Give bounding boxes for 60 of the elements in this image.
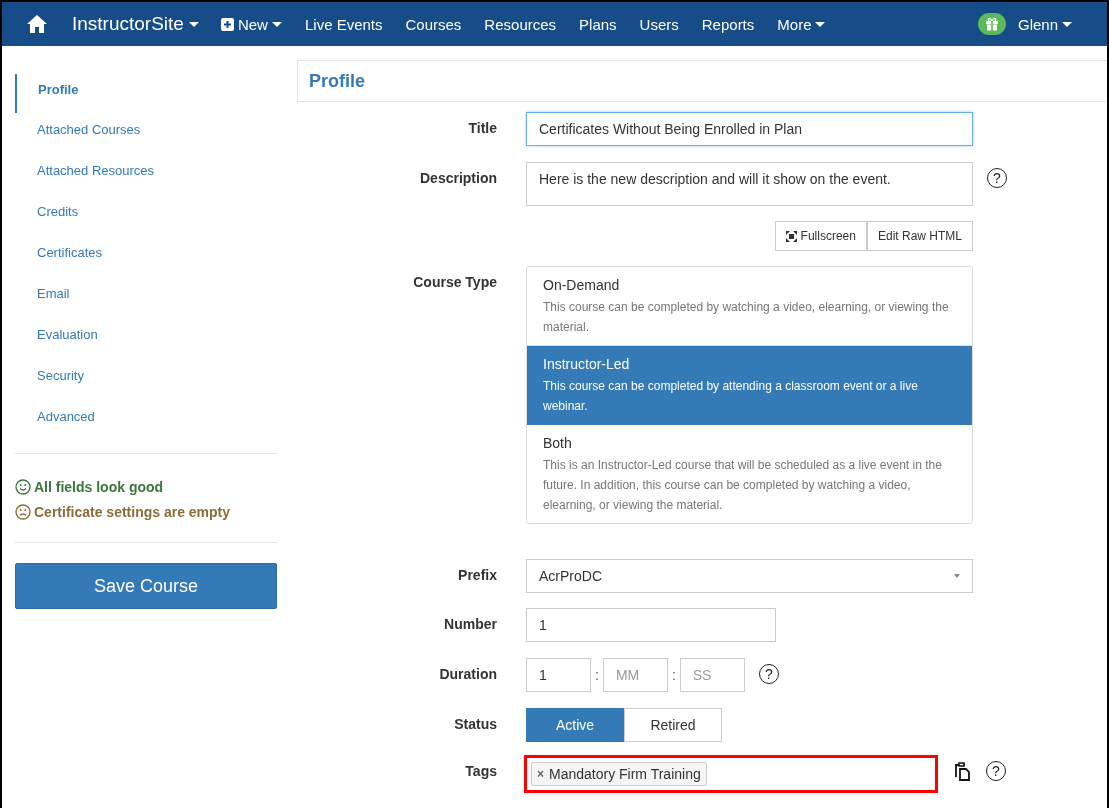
caret-icon: [815, 21, 826, 27]
smiley-icon: [15, 478, 31, 495]
field-label: Tags: [464, 762, 497, 781]
status-toggle-button[interactable]: Retired: [624, 708, 722, 742]
expand-icon: [785, 230, 797, 242]
duration-field[interactable]: SS: [679, 658, 745, 692]
time-separator: :: [595, 667, 599, 683]
sidebar-item[interactable]: Attached Courses: [15, 115, 277, 156]
field-label: Description: [419, 169, 497, 188]
sidebar-item[interactable]: Attached Resources: [15, 156, 277, 197]
time-separator: :: [671, 667, 676, 683]
panel-title: Profile: [297, 60, 1107, 102]
title-field[interactable]: Certificates Without Being Enrolled in Plan: [526, 112, 973, 146]
description-field[interactable]: Here is the new description and will it show on the event.: [526, 162, 973, 206]
nav-link[interactable]: More: [777, 15, 826, 33]
new-menu[interactable]: New: [220, 15, 282, 33]
prefix-dropdown[interactable]: AcrProDC: [526, 559, 973, 593]
tags-field[interactable]: × Mandatory Firm Training: [524, 755, 938, 793]
frown-icon: [15, 503, 31, 520]
nav-link[interactable]: Live Events: [304, 15, 383, 33]
tag-label: Mandatory Firm Training: [549, 766, 701, 782]
save-course-button[interactable]: Save Course: [15, 563, 277, 609]
duration-field[interactable]: MM: [602, 658, 668, 692]
nav-link[interactable]: Resources: [484, 15, 557, 33]
sidebar-item[interactable]: Credits: [15, 197, 277, 238]
caret-icon: [271, 21, 282, 27]
clipboard-icon[interactable]: [952, 761, 972, 781]
field-label: Title: [467, 119, 497, 138]
sidebar-item[interactable]: Security: [15, 361, 277, 402]
sidebar-item[interactable]: Evaluation: [15, 320, 277, 361]
nav-link[interactable]: Users: [639, 15, 679, 33]
field-label: Duration: [438, 665, 497, 684]
nav-link[interactable]: Courses: [405, 15, 462, 33]
nav-link[interactable]: Plans: [579, 15, 617, 33]
sidebar-item[interactable]: Profile: [15, 74, 277, 113]
sidebar-item[interactable]: Certificates: [15, 238, 277, 279]
site-menu[interactable]: InstructorSite: [72, 13, 199, 35]
fullscreen-button[interactable]: Fullscreen: [774, 221, 867, 251]
number-field[interactable]: 1: [526, 608, 776, 642]
plus-icon: [220, 17, 234, 31]
caret-icon: [188, 21, 199, 27]
duration-field[interactable]: 1: [526, 658, 591, 692]
status-message: Certificate settings are empty: [34, 503, 231, 520]
sidebar-item[interactable]: Email: [15, 279, 277, 320]
sidebar-item[interactable]: Advanced: [15, 402, 277, 443]
field-label: Status: [453, 715, 497, 734]
field-label: Number: [443, 615, 497, 634]
edit-raw-html-button[interactable]: Edit Raw HTML: [866, 221, 973, 251]
home-icon[interactable]: [26, 14, 48, 34]
gift-icon[interactable]: [977, 13, 1006, 35]
course-type-option[interactable]: Both This is an Instructor-Led course that will be scheduled as a live event in the future. In addition, this course can be completed by watching a video, elearning, or viewing the material.: [527, 425, 972, 523]
course-type-option[interactable]: Instructor-Led This course can be completed by attending a classroom event or a live webinar.: [527, 346, 972, 425]
field-label: Prefix: [457, 566, 497, 585]
nav-link[interactable]: Reports: [701, 15, 755, 33]
user-menu[interactable]: Glenn: [1017, 15, 1072, 33]
status-toggle-button[interactable]: Active: [526, 708, 624, 742]
caret-icon: [1062, 21, 1072, 27]
field-label: Course Type: [412, 273, 497, 292]
remove-tag-button[interactable]: ×: [537, 767, 544, 781]
status-message: All fields look good: [34, 478, 164, 495]
